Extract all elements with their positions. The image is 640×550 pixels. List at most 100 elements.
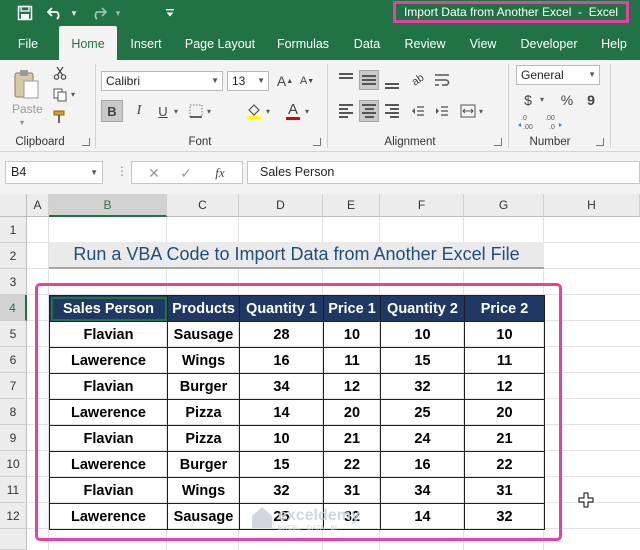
row-header-4[interactable]: 4 — [0, 295, 27, 321]
align-left-icon[interactable] — [336, 100, 356, 122]
copy-dropdown-icon[interactable]: ▾ — [71, 90, 75, 99]
bold-button[interactable]: B — [101, 100, 123, 122]
merge-dropdown-icon[interactable]: ▾ — [479, 107, 483, 116]
align-center-icon[interactable] — [359, 100, 379, 122]
fill-color-dropdown-icon[interactable]: ▾ — [266, 107, 270, 116]
tab-review[interactable]: Review — [398, 26, 452, 60]
align-top-icon[interactable] — [336, 70, 356, 90]
column-header-e[interactable]: E — [323, 194, 380, 217]
tab-developer[interactable]: Developer — [515, 26, 583, 60]
decrease-decimal-button[interactable]: .00.0 — [542, 111, 564, 133]
sheet-heading[interactable]: Run a VBA Code to Import Data from Anoth… — [49, 242, 544, 269]
clipboard-launcher-icon[interactable] — [82, 138, 90, 146]
row-header-12[interactable]: 12 — [0, 503, 27, 529]
row-header-13[interactable] — [0, 529, 27, 550]
increase-decimal-button[interactable]: .0.00 — [516, 111, 538, 133]
align-bottom-icon[interactable] — [382, 70, 402, 90]
formula-buttons: ✕ ✓ fx — [131, 161, 243, 184]
save-icon[interactable] — [14, 3, 36, 23]
grow-font-icon: A — [276, 73, 287, 89]
row-header-5[interactable]: 5 — [0, 321, 27, 347]
customize-toolbar-icon[interactable] — [162, 3, 178, 23]
formula-input[interactable]: Sales Person — [247, 161, 640, 184]
currency-dropdown-icon[interactable]: ▾ — [540, 95, 544, 104]
alignment-launcher-icon[interactable] — [494, 138, 502, 146]
formula-bar: B4 ▼ ⋮ ✕ ✓ fx Sales Person — [0, 152, 640, 194]
font-launcher-icon[interactable] — [313, 138, 321, 146]
percent-button[interactable]: % — [558, 90, 576, 110]
wrap-text-icon[interactable] — [432, 70, 452, 90]
row-header-8[interactable]: 8 — [0, 399, 27, 425]
tab-data[interactable]: Data — [346, 26, 388, 60]
merge-center-icon[interactable] — [458, 100, 478, 122]
row-header-7[interactable]: 7 — [0, 373, 27, 399]
paste-label: Paste — [12, 102, 43, 116]
column-header-c[interactable]: C — [167, 194, 239, 217]
svg-text:.0: .0 — [521, 115, 527, 122]
font-family-value: Calibri — [106, 74, 141, 88]
paste-dropdown-icon[interactable]: ▾ — [20, 118, 24, 127]
decrease-indent-icon[interactable] — [408, 100, 428, 122]
formula-bar-grip-icon[interactable]: ⋮ — [116, 164, 128, 178]
number-launcher-icon[interactable] — [596, 138, 604, 146]
copy-icon[interactable] — [51, 86, 69, 104]
cancel-icon[interactable]: ✕ — [144, 164, 164, 182]
enter-icon[interactable]: ✓ — [176, 164, 196, 182]
underline-button[interactable]: U — [153, 100, 173, 122]
undo-icon[interactable] — [44, 3, 66, 23]
tab-home[interactable]: Home — [59, 26, 117, 60]
chevron-down-icon: ▼ — [90, 168, 98, 177]
column-header-b[interactable]: B — [49, 194, 167, 217]
align-right-icon[interactable] — [382, 100, 402, 122]
italic-button[interactable]: I — [129, 100, 149, 122]
row-header-3[interactable]: 3 — [0, 269, 27, 295]
select-all-corner[interactable] — [0, 194, 27, 217]
group-divider — [327, 64, 328, 148]
column-header-f[interactable]: F — [380, 194, 464, 217]
column-header-a[interactable]: A — [27, 194, 49, 217]
row-header-10[interactable]: 10 — [0, 451, 27, 477]
svg-text:.00: .00 — [545, 115, 555, 122]
worksheet-grid[interactable]: A B C D E F G H 1 2 3 4 5 6 7 8 9 10 11 … — [0, 194, 640, 550]
orientation-icon[interactable]: ab — [404, 66, 432, 94]
borders-icon[interactable] — [186, 100, 206, 122]
cut-icon[interactable] — [51, 64, 69, 82]
redo-dropdown-icon[interactable]: ▾ — [112, 3, 124, 23]
tab-page-layout[interactable]: Page Layout — [180, 26, 260, 60]
font-size-value: 13 — [232, 74, 246, 88]
row-header-9[interactable]: 9 — [0, 425, 27, 451]
font-family-select[interactable]: Calibri ▼ — [101, 71, 223, 91]
align-middle-icon[interactable] — [359, 70, 379, 90]
fill-color-icon[interactable] — [244, 100, 264, 122]
font-size-select[interactable]: 13 ▼ — [227, 71, 269, 91]
tab-view[interactable]: View — [462, 26, 504, 60]
group-divider — [610, 64, 611, 148]
number-format-select[interactable]: General ▼ — [516, 65, 600, 85]
insert-function-icon[interactable]: fx — [210, 164, 230, 182]
column-header-g[interactable]: G — [464, 194, 544, 217]
comma-button[interactable]: 9 — [582, 90, 600, 110]
font-color-dropdown-icon[interactable]: ▾ — [305, 107, 309, 116]
tab-formulas[interactable]: Formulas — [272, 26, 334, 60]
paste-button[interactable] — [8, 66, 44, 102]
format-painter-icon[interactable] — [51, 108, 69, 126]
underline-dropdown-icon[interactable]: ▾ — [174, 107, 178, 116]
undo-dropdown-icon[interactable]: ▾ — [68, 3, 80, 23]
increase-indent-icon[interactable] — [432, 100, 452, 122]
column-header-h[interactable]: H — [544, 194, 640, 217]
grow-font-button[interactable]: A ▲ — [276, 71, 294, 91]
borders-dropdown-icon[interactable]: ▾ — [207, 107, 211, 116]
tab-insert[interactable]: Insert — [122, 26, 170, 60]
row-header-2[interactable]: 2 — [0, 243, 27, 269]
shrink-font-button[interactable]: A ▼ — [298, 71, 316, 91]
name-box[interactable]: B4 ▼ — [5, 161, 103, 184]
column-header-d[interactable]: D — [239, 194, 323, 217]
redo-icon[interactable] — [88, 3, 110, 23]
tab-help[interactable]: Help — [594, 26, 634, 60]
row-header-1[interactable]: 1 — [0, 217, 27, 243]
font-color-icon[interactable]: A — [283, 100, 303, 122]
row-header-11[interactable]: 11 — [0, 477, 27, 503]
currency-button[interactable]: $ — [518, 90, 538, 110]
tab-file[interactable]: File — [8, 26, 48, 60]
row-header-6[interactable]: 6 — [0, 347, 27, 373]
